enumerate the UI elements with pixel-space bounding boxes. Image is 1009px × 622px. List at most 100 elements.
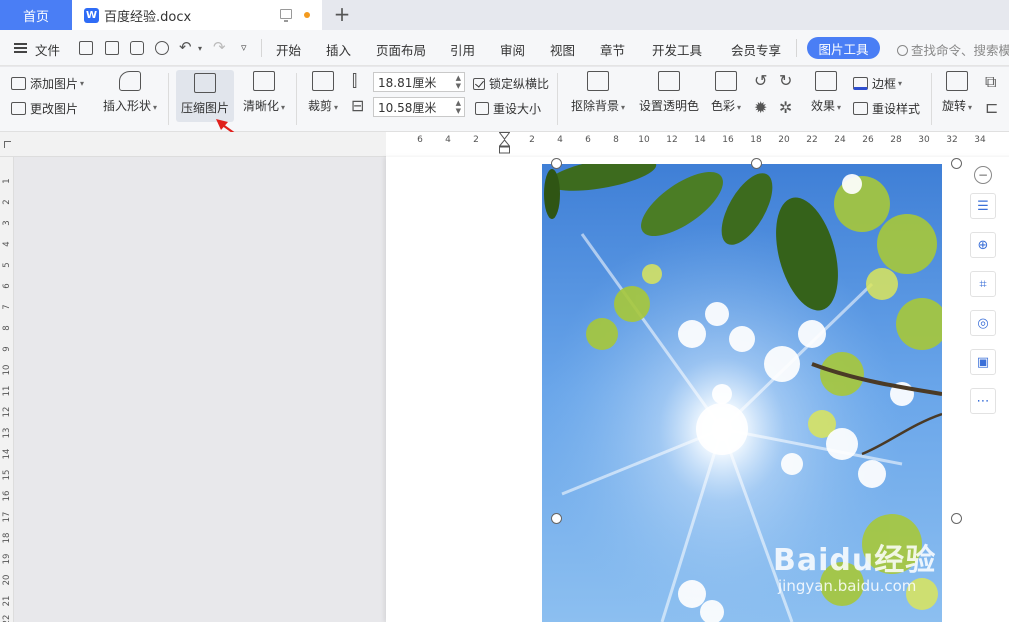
- width-input[interactable]: 10.58厘米 ▲ ▼: [373, 97, 465, 117]
- crop-tool-icon[interactable]: ⌗: [970, 271, 996, 297]
- tab-developer[interactable]: 开发工具: [652, 40, 702, 59]
- chevron-down-icon: ▾: [737, 103, 742, 112]
- ruler-tick: 17: [2, 511, 12, 523]
- tab-view[interactable]: 视图: [550, 40, 575, 59]
- menu-file[interactable]: 文件: [35, 40, 60, 59]
- ruler-tick: 4: [2, 241, 12, 247]
- border-label: 边框: [872, 77, 897, 91]
- height-spinner-icon[interactable]: ▲ ▼: [456, 74, 461, 90]
- color-label: 色彩: [710, 99, 735, 113]
- document-tab-title: 百度经验.docx: [104, 9, 192, 25]
- tab-page-layout[interactable]: 页面布局: [376, 40, 426, 59]
- set-transparent-color-button[interactable]: 设置透明色: [637, 71, 701, 114]
- ruler-tick: 22: [2, 614, 12, 622]
- lock-aspect-ratio-checkbox[interactable]: 锁定纵横比: [473, 75, 549, 92]
- ruler-tick: 3: [2, 220, 12, 226]
- add-picture-icon: [11, 77, 26, 90]
- vertical-ruler[interactable]: 1 2 3 4 5 6 7 8 9 10 11 12 13 14 15 16 1…: [0, 157, 14, 622]
- color-button[interactable]: 色彩 ▾: [706, 71, 746, 114]
- resize-handle-right[interactable]: [951, 513, 962, 524]
- ruler-tick: 22: [806, 135, 818, 145]
- monitor-icon[interactable]: [280, 9, 292, 22]
- ruler-tick: 6: [417, 135, 423, 145]
- width-value: 10.58厘米: [378, 100, 437, 115]
- reset-size-button[interactable]: 重设大小: [475, 100, 541, 117]
- height-input[interactable]: 18.81厘米 ▲ ▼: [373, 72, 465, 92]
- smart-suggest-icon[interactable]: ◎: [970, 310, 996, 336]
- customize-toolbar-icon[interactable]: ▿: [241, 41, 247, 54]
- ruler-tick: 20: [2, 574, 12, 586]
- increase-contrast-icon[interactable]: ↺: [754, 71, 767, 90]
- chevron-down-icon: ▾: [968, 103, 973, 112]
- undo-icon[interactable]: ↶: [179, 38, 192, 56]
- tab-document[interactable]: W 百度经验.docx: [72, 0, 322, 30]
- indent-marker-icon[interactable]: [499, 132, 510, 154]
- export-pdf-icon[interactable]: [105, 41, 119, 55]
- collapse-panel-icon[interactable]: −: [974, 166, 992, 184]
- remove-background-button[interactable]: 抠除背景 ▾: [567, 71, 629, 114]
- new-tab-button[interactable]: +: [332, 2, 352, 26]
- ribbon-divider: [296, 73, 297, 125]
- ruler-tick: 6: [2, 283, 12, 289]
- insert-shape-icon: [119, 71, 141, 91]
- change-picture-icon: [11, 102, 26, 115]
- resize-handle-left[interactable]: [551, 513, 562, 524]
- ruler-corner-icon: [4, 141, 11, 148]
- decrease-contrast-icon[interactable]: ↻: [779, 71, 792, 90]
- ruler-tick: 6: [585, 135, 591, 145]
- rotate-label: 旋转: [941, 99, 966, 113]
- resize-handle-top-left[interactable]: [551, 158, 562, 169]
- tab-start[interactable]: 开始: [276, 40, 301, 59]
- tab-insert[interactable]: 插入: [326, 40, 351, 59]
- resize-handle-top[interactable]: [751, 158, 762, 169]
- reset-style-label: 重设样式: [872, 102, 921, 116]
- ruler-tick: 26: [862, 135, 874, 145]
- ruler-tick: 10: [638, 135, 650, 145]
- width-spinner-icon[interactable]: ▲ ▼: [456, 99, 461, 115]
- resize-handle-top-right[interactable]: [951, 158, 962, 169]
- chevron-down-icon: ▾: [898, 79, 903, 88]
- tab-member[interactable]: 会员专享: [731, 40, 781, 59]
- compress-picture-button[interactable]: 压缩图片: [176, 70, 234, 122]
- tab-review[interactable]: 审阅: [500, 40, 525, 59]
- wrap-text-icon[interactable]: ⊏: [985, 98, 998, 117]
- save-icon[interactable]: [79, 41, 93, 55]
- tab-picture-tools[interactable]: 图片工具: [807, 37, 880, 59]
- ruler-tick: 2: [529, 135, 535, 145]
- rotate-button[interactable]: 旋转 ▾: [938, 71, 976, 114]
- undo-dropdown-icon[interactable]: ▾: [198, 44, 202, 53]
- effects-button[interactable]: 效果 ▾: [806, 71, 846, 114]
- increase-brightness-icon[interactable]: ✹: [754, 98, 767, 117]
- ruler-tick: 2: [473, 135, 479, 145]
- change-picture-button[interactable]: 更改图片: [11, 100, 78, 117]
- tab-references[interactable]: 引用: [450, 40, 475, 59]
- border-icon: [853, 77, 868, 90]
- border-button[interactable]: 边框 ▾: [853, 75, 902, 92]
- hamburger-menu-icon[interactable]: [14, 43, 27, 53]
- ruler-tick: 5: [2, 262, 12, 268]
- picture-to-text-icon[interactable]: ▣: [970, 349, 996, 375]
- command-search[interactable]: 查找命令、搜索模: [897, 40, 1009, 59]
- tab-home[interactable]: 首页: [0, 0, 72, 30]
- height-value: 18.81厘米: [378, 75, 437, 90]
- tab-chapter[interactable]: 章节: [600, 40, 625, 59]
- insert-shape-button[interactable]: 插入形状 ▾: [98, 71, 162, 114]
- sharpen-button[interactable]: 清晰化 ▾: [239, 71, 289, 114]
- crop-button[interactable]: 裁剪 ▾: [303, 71, 343, 114]
- decrease-brightness-icon[interactable]: ✲: [779, 98, 792, 117]
- height-icon: ⫿: [352, 71, 358, 90]
- remove-background-icon: [587, 71, 609, 91]
- reset-style-button[interactable]: 重设样式: [853, 100, 920, 117]
- print-icon[interactable]: [130, 41, 144, 55]
- ruler-tick: 4: [445, 135, 451, 145]
- ruler-tick: 18: [2, 532, 12, 544]
- more-options-icon[interactable]: ⋯: [970, 388, 996, 414]
- add-picture-button[interactable]: 添加图片 ▾: [11, 75, 84, 92]
- zoom-in-icon[interactable]: ⊕: [970, 232, 996, 258]
- print-preview-icon[interactable]: [155, 41, 169, 55]
- reset-style-icon: [853, 102, 868, 115]
- redo-icon[interactable]: ↷: [213, 38, 226, 56]
- layout-options-icon[interactable]: ☰: [970, 193, 996, 219]
- horizontal-ruler[interactable]: 6 4 2 2 4 6 8 10 12 14 16 18 20 22 24 26…: [0, 132, 1009, 157]
- align-icon[interactable]: ⧉: [985, 72, 996, 92]
